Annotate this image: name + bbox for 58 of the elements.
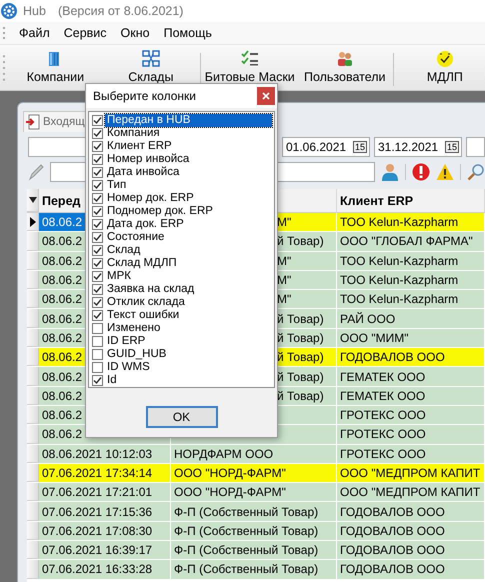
table-cell: ООО "МЕДПРОМ КАПИТ bbox=[340, 466, 480, 480]
table-cell: й Товар) bbox=[277, 330, 324, 345]
table-cell: М" bbox=[277, 215, 292, 230]
table-cell: й Товар) bbox=[277, 312, 324, 326]
table-cell: Ф-П (Собственный Товар) bbox=[174, 504, 318, 519]
table-cell: 08.06.2021 10:12:03 bbox=[42, 446, 152, 461]
window-version: (Версия от 8.06.2021) bbox=[58, 4, 184, 18]
table-cell: 08.06.2 bbox=[42, 234, 82, 248]
table-cell: ООО "МЕДПРОМ КАПИТ bbox=[340, 485, 480, 500]
table-cell: 08.06.2 bbox=[42, 408, 82, 422]
table-cell: ГОДОВАЛОВ ООО bbox=[340, 562, 445, 576]
table-cell: й Товар) bbox=[277, 234, 324, 248]
table-cell: ГЕМАТЕК ООО bbox=[340, 388, 426, 403]
table-cell: ГОДОВАЛОВ ООО bbox=[340, 543, 445, 558]
table-cell: ГОДОВАЛОВ ООО bbox=[340, 350, 445, 364]
table-cell: 08.06.2 bbox=[42, 312, 82, 326]
table-cell: 08.06.2 bbox=[42, 292, 82, 306]
table-cell: 08.06.2 bbox=[42, 215, 82, 230]
table-cell: М" bbox=[277, 273, 292, 288]
table-cell: Ф-П (Собственный Товар) bbox=[174, 524, 318, 538]
table-cell: ГРОТЕКС ООО bbox=[340, 446, 426, 461]
table-cell: 08.06.2 bbox=[42, 330, 82, 345]
table-cell: ООО "МИМ" bbox=[340, 330, 408, 345]
table-cell: й Товар) bbox=[277, 388, 324, 403]
table-cell: ГРОТЕКС ООО bbox=[340, 408, 426, 422]
table-cell: 08.06.2 bbox=[42, 273, 82, 288]
table-cell: ТОО Kelun-Kazpharm bbox=[340, 292, 458, 306]
table-cell: й Товар) bbox=[277, 350, 324, 364]
table-cell: 08.06.2 bbox=[42, 427, 82, 442]
table-cell: НОРДФАРМ ООО bbox=[174, 446, 274, 461]
table-cell: ТОО Kelun-Kazpharm bbox=[340, 254, 458, 268]
table-cell: ГОДОВАЛОВ ООО bbox=[340, 524, 445, 538]
table-cell: 08.06.2 bbox=[42, 350, 82, 364]
table-cell: 07.06.2021 17:15:36 bbox=[42, 504, 152, 519]
window-title: Hub bbox=[23, 4, 46, 18]
table-cell: Ф-П (Собственный Товар) bbox=[174, 562, 318, 576]
table-cell: М" bbox=[277, 292, 292, 306]
table-cell: ТОО Kelun-Kazpharm bbox=[340, 215, 458, 230]
table-cell: 08.06.2 bbox=[42, 370, 82, 384]
table-cell: 07.06.2021 17:34:14 bbox=[42, 466, 152, 480]
table-cell: 07.06.2021 17:08:30 bbox=[42, 524, 152, 538]
table-cell: РАЙ ООО bbox=[340, 312, 396, 326]
table-cell: ГОДОВАЛОВ ООО bbox=[340, 504, 445, 519]
table-cell: ООО "НОРД-ФАРМ" bbox=[174, 466, 286, 480]
dialog-title: Выберите колонки bbox=[93, 89, 196, 103]
table-cell: 08.06.2 bbox=[42, 388, 82, 403]
table-cell: й Товар) bbox=[277, 370, 324, 384]
table-cell: ТОО Kelun-Kazpharm bbox=[340, 273, 458, 288]
table-cell: ООО "НОРД-ФАРМ" bbox=[174, 485, 286, 500]
table-cell: ГРОТЕКС ООО bbox=[340, 427, 426, 442]
table-cell: ГЕМАТЕК ООО bbox=[340, 370, 426, 384]
table-cell: Ф-П (Собственный Товар) bbox=[174, 543, 318, 558]
table-cell: 07.06.2021 16:39:17 bbox=[42, 543, 152, 558]
table-cell: ООО "ГЛОБАЛ ФАРМА" bbox=[340, 234, 473, 248]
table-cell: 07.06.2021 17:21:01 bbox=[42, 485, 152, 500]
table-cell: М" bbox=[277, 254, 292, 268]
table-cell: 07.06.2021 16:33:28 bbox=[42, 562, 152, 576]
table-cell: 08.06.2 bbox=[42, 254, 82, 268]
